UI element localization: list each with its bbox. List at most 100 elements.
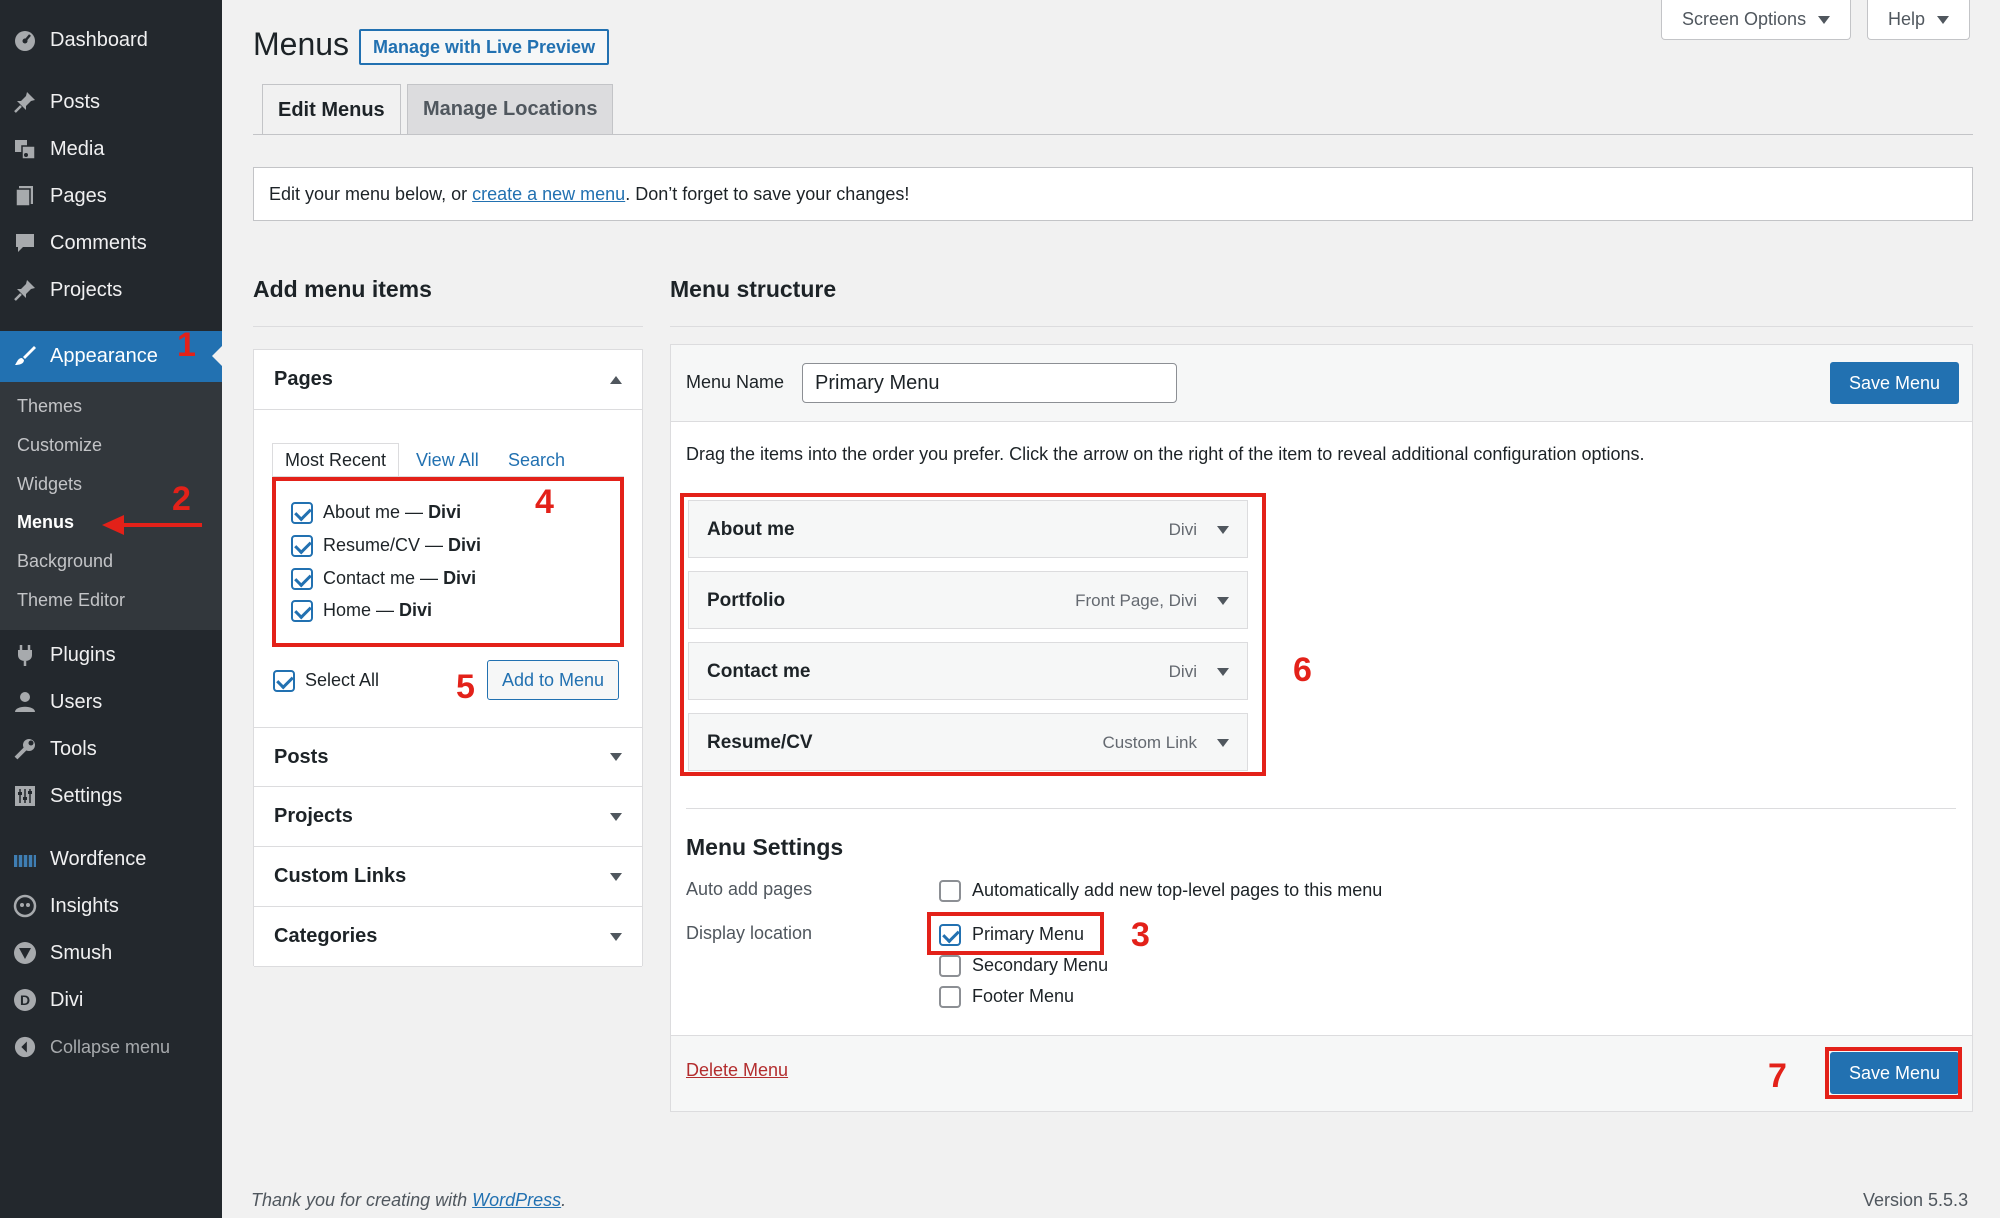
dashboard-icon [12, 27, 38, 53]
annotation-number: 1 [177, 326, 196, 364]
sidebar-item-label: Smush [50, 941, 113, 964]
wrench-icon [12, 736, 38, 762]
create-new-menu-link[interactable]: create a new menu [472, 184, 625, 205]
sidebar-item-wordfence[interactable]: Wordfence [0, 837, 222, 881]
sidebar-item-users[interactable]: Users [0, 680, 222, 724]
pages-icon [12, 183, 38, 209]
manage-live-preview-button[interactable]: Manage with Live Preview [359, 29, 610, 65]
sidebar-item-label: Wordfence [50, 847, 147, 870]
menu-name-input[interactable]: Primary Menu [802, 363, 1177, 403]
sidebar-item-comments[interactable]: Comments [0, 221, 222, 265]
collapse-menu-label: Collapse menu [50, 1036, 171, 1057]
screen-options-button[interactable]: Screen Options [1661, 0, 1852, 40]
annotation-number: 5 [456, 668, 475, 706]
sidebar-item-media[interactable]: Media [0, 127, 222, 171]
categories-section-header[interactable]: Categories [254, 907, 642, 967]
pages-checklist-highlight [272, 477, 624, 647]
chevron-down-icon [610, 812, 622, 821]
tab-search[interactable]: Search [496, 443, 577, 477]
comment-icon [12, 230, 38, 256]
auto-add-pages-option: Automatically add new top-level pages to… [972, 880, 1383, 900]
sidebar-item-label: Appearance [50, 345, 158, 367]
chevron-down-icon [610, 932, 622, 941]
auto-add-pages-label: Auto add pages [686, 879, 813, 899]
sidebar-item-projects[interactable]: Projects [0, 268, 222, 312]
divi-icon: D [12, 987, 38, 1013]
select-all-checkbox[interactable] [273, 670, 295, 692]
submenu-item-customize[interactable]: Customize [17, 435, 102, 456]
svg-text:D: D [20, 992, 30, 1008]
sidebar-item-pages[interactable]: Pages [0, 174, 222, 218]
projects-section-header[interactable]: Projects [254, 787, 642, 847]
sidebar-item-label: Divi [50, 988, 84, 1011]
pages-section-header[interactable]: Pages [254, 350, 642, 410]
divider [670, 326, 1973, 327]
location-checkbox-secondary[interactable] [939, 955, 961, 977]
add-to-menu-button[interactable]: Add to Menu [487, 660, 620, 700]
annotation-arrow [102, 515, 202, 535]
page-title: Menus [253, 26, 350, 62]
posts-section-header[interactable]: Posts [254, 727, 642, 787]
delete-menu-link[interactable]: Delete Menu [686, 1060, 788, 1081]
screen-options-label: Screen Options [1682, 9, 1807, 29]
add-menu-items-heading: Add menu items [253, 276, 432, 302]
wordfence-icon [12, 846, 38, 872]
tab-view-all[interactable]: View All [404, 443, 491, 477]
chevron-up-icon [610, 375, 622, 384]
user-icon [12, 689, 38, 715]
submenu-item-theme-editor[interactable]: Theme Editor [17, 590, 125, 611]
select-all-label: Select All [305, 670, 380, 690]
divider [253, 326, 643, 327]
save-menu-button-top[interactable]: Save Menu [1830, 362, 1960, 404]
tab-most-recent[interactable]: Most Recent [272, 443, 400, 477]
sidebar-item-dashboard[interactable]: Dashboard [0, 18, 222, 62]
tab-edit-menus[interactable]: Edit Menus [262, 84, 401, 135]
menu-instructions: Drag the items into the order you prefer… [686, 444, 1645, 464]
sidebar-item-divi[interactable]: D Divi [0, 978, 222, 1022]
custom-links-section-title: Custom Links [274, 865, 407, 887]
smush-icon [12, 940, 38, 966]
auto-add-pages-checkbox[interactable] [939, 880, 961, 902]
help-button[interactable]: Help [1867, 0, 1971, 40]
sidebar-item-tools[interactable]: Tools [0, 727, 222, 771]
wordpress-link[interactable]: WordPress [472, 1190, 561, 1210]
posts-section-title: Posts [274, 745, 329, 768]
submenu-item-themes[interactable]: Themes [17, 396, 82, 417]
sidebar-item-label: Posts [50, 90, 101, 113]
sidebar-item-label: Settings [50, 784, 123, 807]
submenu-item-background[interactable]: Background [17, 551, 113, 572]
chevron-down-icon [1818, 15, 1831, 24]
chevron-down-icon [610, 872, 622, 881]
sidebar-item-label: Pages [50, 184, 107, 207]
sidebar-item-label: Users [50, 690, 103, 713]
menu-header-bar: Menu Name Primary Menu Save Menu [671, 345, 1972, 422]
collapse-menu-button[interactable]: Collapse menu [0, 1025, 222, 1069]
notice-text-after: . Don’t forget to save your changes! [625, 183, 910, 204]
sidebar-item-plugins[interactable]: Plugins [0, 633, 222, 677]
custom-links-section-header[interactable]: Custom Links [254, 847, 642, 907]
submenu-item-menus[interactable]: Menus [17, 512, 74, 533]
divider [686, 808, 1956, 809]
tab-manage-locations[interactable]: Manage Locations [407, 84, 614, 134]
admin-sidebar: Dashboard Posts Media Pages Comments Pro… [0, 0, 222, 1218]
sidebar-item-settings[interactable]: Settings [0, 774, 222, 818]
chevron-down-icon [1937, 15, 1950, 24]
menu-settings-heading: Menu Settings [686, 834, 844, 860]
menu-name-label: Menu Name [686, 372, 785, 392]
sidebar-item-insights[interactable]: Insights [0, 884, 222, 928]
pin-icon [12, 277, 38, 303]
save-menu-highlight [1825, 1047, 1962, 1099]
projects-section-title: Projects [274, 805, 353, 827]
footer-period: . [561, 1190, 567, 1210]
sidebar-item-smush[interactable]: Smush [0, 931, 222, 975]
location-label-secondary: Secondary Menu [972, 955, 1109, 975]
insights-icon [12, 893, 38, 919]
location-checkbox-footer[interactable] [939, 986, 961, 1008]
sidebar-item-label: Dashboard [50, 28, 148, 51]
submenu-item-widgets[interactable]: Widgets [17, 474, 82, 495]
pin-icon [12, 89, 38, 115]
sidebar-item-posts[interactable]: Posts [0, 80, 222, 124]
annotation-number: 3 [1131, 916, 1150, 954]
sidebar-item-label: Projects [50, 278, 123, 301]
notice-box: Edit your menu below, or create a new me… [253, 167, 1973, 221]
